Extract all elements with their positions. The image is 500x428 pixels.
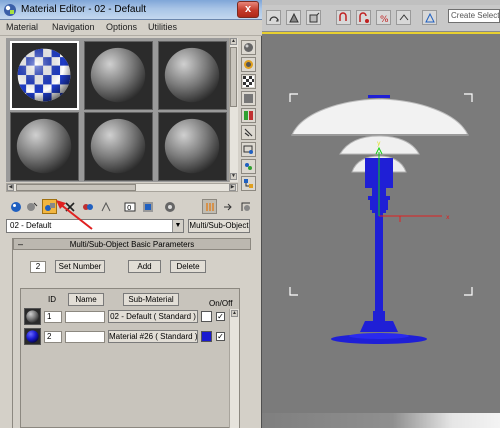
material-type-button[interactable]: Multi/Sub-Object bbox=[188, 219, 250, 233]
video-color-check-icon[interactable] bbox=[241, 108, 256, 123]
background-checker-icon[interactable] bbox=[241, 74, 256, 89]
spinner-snap-icon[interactable] bbox=[396, 10, 411, 25]
sub-material-1-preview bbox=[24, 308, 41, 325]
sub-material-list bbox=[20, 288, 240, 428]
show-end-result-icon[interactable] bbox=[162, 199, 177, 214]
list-scroll-up-icon[interactable]: ▲ bbox=[231, 310, 238, 317]
go-to-parent-icon[interactable] bbox=[202, 199, 217, 214]
svg-text:0: 0 bbox=[127, 204, 131, 212]
num-materials-field[interactable]: 2 bbox=[30, 261, 46, 273]
go-forward-icon[interactable] bbox=[220, 199, 235, 214]
material-navigator-icon[interactable] bbox=[241, 176, 256, 191]
select-scale-icon[interactable] bbox=[306, 10, 321, 25]
material-id-channel-icon[interactable]: 0 bbox=[122, 199, 137, 214]
get-material-icon[interactable] bbox=[8, 199, 23, 214]
sample-slots-area bbox=[6, 38, 238, 182]
material-toolbar: 0 bbox=[6, 199, 258, 215]
svg-text:%: % bbox=[380, 15, 389, 24]
scroll-down-icon[interactable]: ▼ bbox=[230, 173, 237, 180]
snaps-toggle-icon[interactable] bbox=[336, 10, 351, 25]
lamp-top-cap bbox=[368, 95, 390, 98]
backlight-icon[interactable] bbox=[241, 57, 256, 72]
slots-vertical-scrollbar[interactable]: ▲ ▼ bbox=[229, 38, 238, 182]
rollout-header[interactable]: – Multi/Sub-Object Basic Parameters bbox=[13, 238, 251, 250]
rollout-title: Multi/Sub-Object Basic Parameters bbox=[69, 240, 195, 249]
col-onoff-header: On/Off bbox=[209, 299, 233, 308]
list-vertical-scrollbar[interactable]: ▲ bbox=[229, 309, 239, 428]
select-rotate-icon[interactable] bbox=[286, 10, 301, 25]
sub-material-2-button[interactable]: Material #26 ( Standard ) bbox=[108, 330, 198, 343]
svg-text:x: x bbox=[446, 214, 450, 221]
uv-tiling-icon[interactable] bbox=[241, 91, 256, 106]
col-id-header: ID bbox=[48, 295, 56, 304]
scroll-thumb-h[interactable] bbox=[16, 184, 136, 191]
sample-slot-3[interactable] bbox=[158, 41, 227, 110]
create-selection-set-field[interactable]: Create Selection bbox=[448, 9, 500, 23]
sub-material-1-on-checkbox[interactable]: ✓ bbox=[216, 312, 225, 321]
material-editor-app-icon bbox=[3, 3, 17, 17]
add-button[interactable]: Add bbox=[128, 260, 161, 273]
menu-bar: Material Navigation Options Utilities bbox=[0, 20, 262, 36]
menu-material[interactable]: Material bbox=[6, 22, 38, 32]
named-selection-icon[interactable] bbox=[422, 10, 437, 25]
close-button[interactable]: x bbox=[237, 1, 259, 18]
sub-material-2-on-checkbox[interactable]: ✓ bbox=[216, 332, 225, 341]
col-name-header[interactable]: Name bbox=[68, 293, 104, 306]
menu-utilities[interactable]: Utilities bbox=[148, 22, 177, 32]
scroll-up-icon[interactable]: ▲ bbox=[230, 38, 237, 45]
sub-material-2-name[interactable] bbox=[65, 331, 105, 343]
menu-navigation[interactable]: Navigation bbox=[52, 22, 95, 32]
material-name-dropdown-icon[interactable]: ▼ bbox=[172, 220, 183, 232]
sample-slot-1[interactable] bbox=[10, 41, 79, 110]
sub-material-1-button[interactable]: 02 - Default ( Standard ) bbox=[108, 310, 198, 323]
show-map-icon[interactable] bbox=[140, 199, 155, 214]
scroll-left-icon[interactable]: ◀ bbox=[7, 184, 14, 191]
set-number-button[interactable]: Set Number bbox=[55, 260, 105, 273]
sub-material-1-id[interactable]: 1 bbox=[44, 311, 62, 323]
viewport-bottom-strip bbox=[262, 413, 500, 428]
sample-slot-6[interactable] bbox=[158, 112, 227, 181]
viewport-scene: x y bbox=[262, 32, 500, 344]
perspective-viewport[interactable]: x y bbox=[262, 32, 500, 428]
annotation-arrow-icon bbox=[56, 200, 93, 230]
options-icon[interactable] bbox=[241, 142, 256, 157]
scroll-thumb[interactable] bbox=[230, 47, 237, 107]
title-bar[interactable]: Material Editor - 02 - Default x bbox=[0, 0, 262, 20]
sub-material-2-id[interactable]: 2 bbox=[44, 331, 62, 343]
window-title: Material Editor - 02 - Default bbox=[21, 4, 147, 15]
make-preview-icon[interactable] bbox=[241, 125, 256, 140]
select-by-material-icon[interactable] bbox=[241, 159, 256, 174]
lamp-stem bbox=[375, 213, 383, 311]
max-menu-strip bbox=[262, 0, 500, 5]
sub-material-1-name[interactable] bbox=[65, 311, 105, 323]
side-toolbar bbox=[240, 38, 258, 191]
material-editor-window: Material Editor - 02 - Default x Materia… bbox=[0, 0, 262, 428]
sample-slot-5[interactable] bbox=[84, 112, 153, 181]
delete-button[interactable]: Delete bbox=[170, 260, 206, 273]
max-main-toolbar: % Create Selection bbox=[262, 0, 500, 32]
lamp-upper-shade bbox=[291, 98, 469, 136]
sub-material-1-color-swatch[interactable] bbox=[201, 311, 212, 322]
slots-horizontal-scrollbar[interactable]: ◀ ▶ bbox=[6, 183, 238, 192]
svg-text:y: y bbox=[377, 140, 381, 147]
arc-rotate-icon[interactable] bbox=[266, 10, 281, 25]
scroll-right-icon[interactable]: ▶ bbox=[229, 184, 236, 191]
col-submaterial-header[interactable]: Sub-Material bbox=[123, 293, 179, 306]
sub-material-2-preview bbox=[24, 328, 41, 345]
background-icon[interactable] bbox=[238, 199, 253, 214]
percent-snap-icon[interactable]: % bbox=[376, 10, 391, 25]
sample-slot-2[interactable] bbox=[84, 41, 153, 110]
angle-snap-icon[interactable] bbox=[356, 10, 371, 25]
menu-options[interactable]: Options bbox=[106, 22, 137, 32]
sample-slot-4[interactable] bbox=[10, 112, 79, 181]
put-to-scene-icon[interactable] bbox=[24, 199, 39, 214]
sample-type-icon[interactable] bbox=[241, 40, 256, 55]
sub-material-2-color-swatch[interactable] bbox=[201, 331, 212, 342]
